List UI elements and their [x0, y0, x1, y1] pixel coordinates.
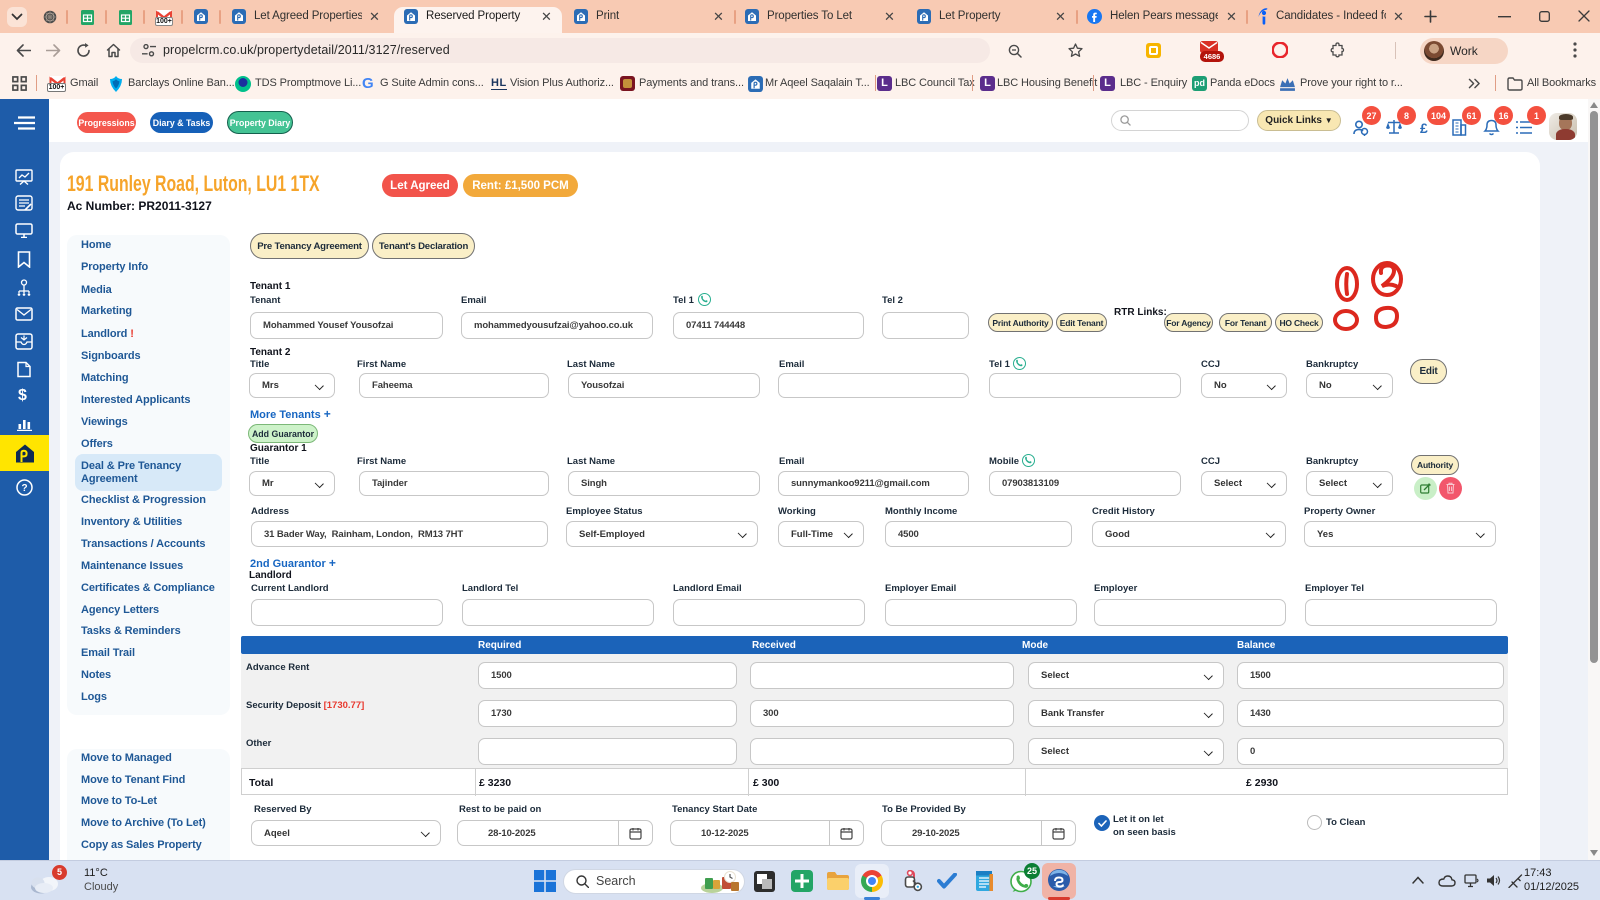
svg-text:?: ? [21, 483, 27, 494]
svg-text:£: £ [1420, 120, 1428, 136]
